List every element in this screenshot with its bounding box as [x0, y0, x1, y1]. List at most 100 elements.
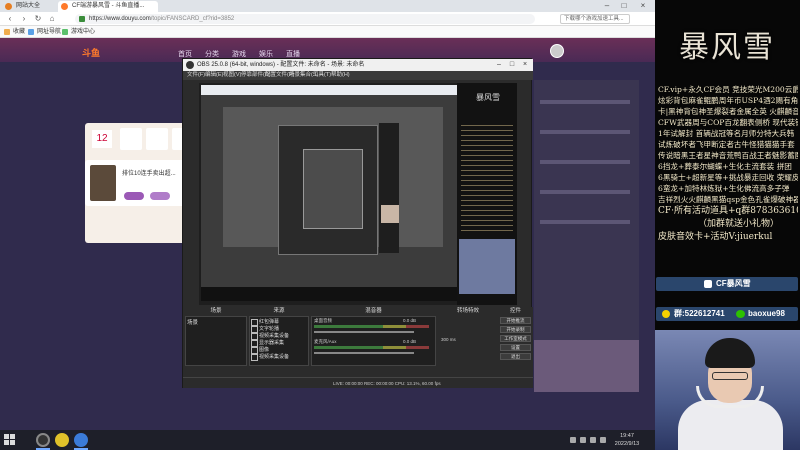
source-item[interactable]: 红包弹幕	[250, 318, 279, 326]
volume-slider[interactable]	[314, 352, 414, 354]
menu-edit[interactable]: 编辑(E)	[205, 71, 223, 80]
brand-logo: 暴风雪	[679, 30, 775, 65]
studio-mode-button[interactable]: 工作室模式	[500, 335, 531, 342]
transition-duration[interactable]: 300 ms	[441, 337, 456, 342]
promo-line: 皮肤音效卡+活动V:jiuerkul	[658, 232, 773, 242]
clock-time: 19:47	[620, 433, 634, 439]
tab-douyu[interactable]: CF端游暴风雪 - 斗鱼直播...	[58, 1, 158, 12]
tray-icon[interactable]	[580, 437, 586, 443]
gift-card[interactable]	[120, 128, 142, 150]
app-taskbar-icon[interactable]	[55, 433, 69, 447]
network-icon[interactable]	[590, 437, 596, 443]
tiktok-handle: CF暴风雪	[716, 279, 751, 288]
clock-date: 2022/9/13	[614, 441, 640, 447]
tab-bar: 网站大全 CF端游暴风雪 - 斗鱼直播... – □ ×	[0, 0, 655, 12]
nested-taskbar	[201, 287, 457, 301]
start-icon[interactable]	[4, 434, 16, 446]
host-title: 排位10连手卖出超...	[122, 171, 176, 177]
bookmark-games[interactable]: 游戏中心	[62, 27, 95, 37]
minimize-icon[interactable]: –	[600, 0, 614, 12]
qq-group: 群:522612741	[674, 309, 725, 318]
refresh-icon[interactable]: ↻	[32, 13, 44, 25]
status-text: LIVE: 00:00:00 REC: 00:00:00 CPU: 13.1%,…	[333, 381, 441, 386]
sources-header: 来源	[273, 308, 285, 314]
source-item[interactable]: 视频采集设备	[250, 353, 289, 361]
promo-line: 试炼破坏者飞甲断定者古牛怪猎猫猫手套	[658, 140, 795, 149]
globe-icon	[28, 29, 34, 35]
lock-icon	[79, 16, 85, 22]
contact-row: 群:522612741 baoxue98	[656, 307, 798, 321]
chat-line	[540, 130, 630, 134]
obs-statusbar: LIVE: 00:00:00 REC: 00:00:00 CPU: 13.1%,…	[183, 377, 533, 388]
exit-button[interactable]: 退出	[500, 353, 531, 360]
user-avatar[interactable]	[550, 44, 564, 58]
site-icon	[5, 3, 12, 10]
nested-overlay	[379, 123, 399, 253]
clock[interactable]: 19:47 2022/9/13	[612, 432, 642, 448]
browser-taskbar-icon[interactable]	[74, 433, 88, 447]
mixer-label: 麦克风/Aux	[314, 339, 337, 344]
tab-nav-sites[interactable]: 网站大全	[2, 1, 57, 12]
scenes-header: 场景	[210, 308, 222, 314]
wechat-id: baoxue98	[748, 309, 785, 318]
chat-input-area[interactable]	[534, 340, 639, 392]
menu-file[interactable]: 文件(F)	[187, 71, 205, 80]
url-host: https://www.douyu.com	[89, 16, 151, 22]
bookmark-favorites[interactable]: 收藏	[4, 27, 25, 37]
bookmark-nav[interactable]: 网址导航	[28, 27, 61, 37]
menu-tools[interactable]: 工具(T)	[313, 71, 331, 80]
tray-icon[interactable]	[570, 437, 576, 443]
bookmark-label: 游戏中心	[71, 29, 96, 35]
gift-card[interactable]	[146, 128, 168, 150]
bookmark-bar: 收藏 网址导航 游戏中心	[0, 26, 655, 38]
menu-help[interactable]: 帮助(H)	[331, 71, 350, 80]
source-item[interactable]: 显示器采集	[250, 339, 284, 347]
promo-line: CF.vip+永久CF会员 竞技荣光M200云爵	[658, 85, 798, 94]
forward-icon[interactable]: ›	[18, 13, 30, 25]
maximize-icon[interactable]: □	[617, 0, 631, 12]
chat-line	[540, 190, 630, 194]
source-item[interactable]: 视频采集设备	[250, 332, 289, 340]
promo-line: 6黑骑士+超新星等+挑战暴走回收 荣耀皮	[658, 173, 798, 182]
settings-button[interactable]: 设置	[500, 344, 531, 351]
start-stream-button[interactable]: 开始推流	[500, 317, 531, 324]
source-item[interactable]: 图像	[250, 346, 269, 354]
fan-count: 12	[92, 130, 112, 148]
obs-menubar: 文件(F) 编辑(E) 视图(V) 停靠部件(D) 配置文件(P) 场景集合(S…	[183, 71, 533, 80]
start-record-button[interactable]: 开始录制	[500, 326, 531, 333]
menu-view[interactable]: 视图(V)	[223, 71, 241, 80]
maximize-icon[interactable]: □	[506, 59, 518, 71]
promo-line: 6蛮龙+加特林炼狱+生化佛流高多子弹	[658, 184, 790, 193]
promo-text: CF.vip+永久CF会员 竞技荣光M200云爵 炫彩背包麻雀鲲鹏周年币USP4…	[658, 84, 798, 244]
transitions-header: 转场特效	[456, 308, 479, 314]
home-icon[interactable]: ⌂	[46, 13, 58, 25]
obs-taskbar-icon[interactable]	[36, 433, 50, 447]
obs-icon	[186, 61, 194, 69]
close-icon[interactable]: ×	[519, 59, 531, 71]
mixer-db: 0.0 dB	[403, 318, 417, 323]
mixer-db: 0.0 dB	[403, 339, 417, 344]
nested-webcam	[459, 239, 515, 294]
douyu-logo[interactable]: 斗鱼	[82, 46, 100, 59]
scene-item[interactable]: 场景	[187, 318, 198, 326]
promo-line: CF·所有活动道具+q群878363610	[658, 206, 798, 216]
promo-line: （加群就送小礼物）	[698, 219, 780, 229]
bookmark-label: 收藏	[13, 29, 26, 35]
minimize-icon[interactable]: –	[493, 59, 505, 71]
url-field[interactable]: https://www.douyu.com/topic/FANSCARD_cf?…	[75, 14, 535, 24]
volume-slider[interactable]	[314, 331, 414, 333]
chat-line	[540, 220, 630, 224]
nested-camera	[381, 205, 399, 223]
back-icon[interactable]: ‹	[4, 13, 16, 25]
source-item[interactable]: 文字轮播	[250, 325, 279, 333]
bookmark-label: 网址导航	[37, 29, 62, 35]
obs-titlebar: OBS 25.0.8 (64-bit, windows) - 配置文件: 未命名…	[183, 59, 533, 71]
volume-icon[interactable]	[600, 437, 606, 443]
follow-badge[interactable]	[124, 192, 144, 200]
search-input[interactable]: 下载哪个游戏加速工具...	[560, 14, 630, 24]
wechat-icon	[736, 310, 745, 318]
obs-window: OBS 25.0.8 (64-bit, windows) - 配置文件: 未命名…	[182, 58, 533, 388]
volume-meter	[314, 346, 429, 349]
qq-icon	[662, 310, 670, 318]
close-icon[interactable]: ×	[636, 0, 650, 12]
